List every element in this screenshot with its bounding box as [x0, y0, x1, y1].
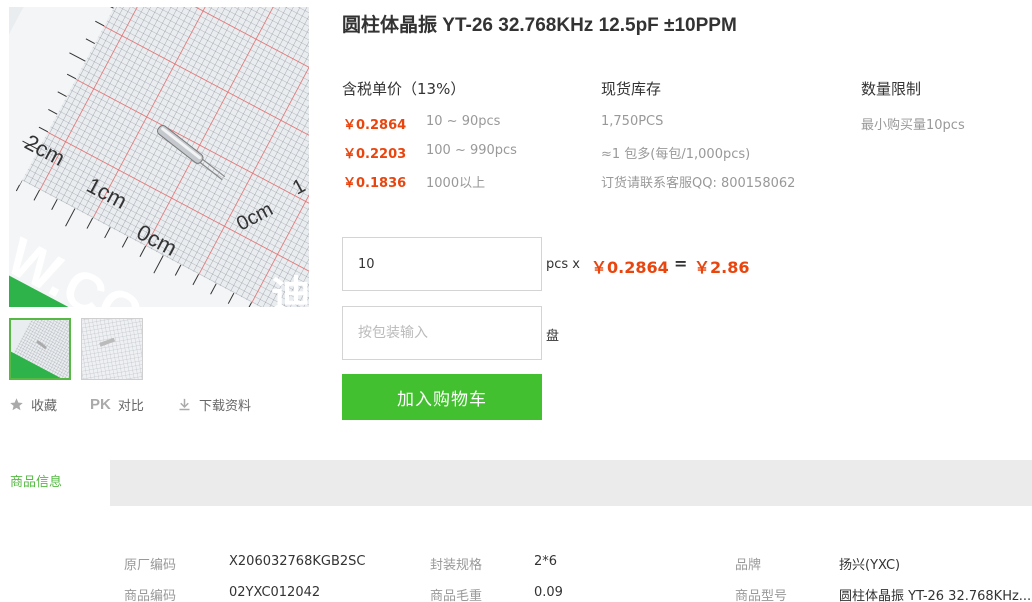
download-label: 下载资料	[199, 398, 252, 414]
stock-count: 1,750PCS	[601, 114, 664, 129]
product-title: 圆柱体晶振 YT-26 32.768KHz 12.5pF ±10PPM	[342, 15, 737, 36]
min-order-quantity: 最小购买量10pcs	[861, 118, 965, 133]
spec-key: 品牌	[735, 558, 762, 573]
detail-tab-bar: 商品信息	[0, 460, 1032, 506]
spec-value: 圆柱体晶振 YT-26 32.768KHz...	[839, 589, 1032, 602]
thumbnail-2[interactable]	[81, 318, 143, 380]
tier-range: 10 ~ 90pcs	[426, 114, 501, 129]
spec-key: 商品型号	[735, 589, 788, 602]
product-main-image[interactable]: 2cm 1cm 0cm 0cm 1 W.CO 迪	[9, 7, 309, 307]
download-icon	[177, 397, 192, 412]
spec-key: 商品编码	[124, 589, 177, 602]
favorite-button[interactable]: 收藏	[9, 394, 57, 414]
stock-pack-info: ≈1 包多(每包/1,000pcs)	[601, 147, 751, 162]
thumbnail-1[interactable]	[9, 318, 71, 380]
favorite-label: 收藏	[31, 398, 58, 414]
pack-unit: 盘	[546, 329, 560, 344]
stock-column-header: 现货库存	[601, 80, 662, 98]
pack-quantity-input[interactable]	[342, 306, 542, 360]
star-icon	[9, 397, 24, 412]
tier-range: 100 ~ 990pcs	[426, 143, 517, 158]
spec-value: 扬兴(YXC)	[839, 558, 901, 573]
price-column-header: 含税单价（13%）	[342, 80, 466, 98]
compare-label: 对比	[117, 398, 144, 414]
tab-product-info[interactable]: 商品信息	[0, 460, 110, 506]
quantity-input[interactable]	[342, 237, 542, 291]
tier-price: ￥0.1836	[343, 176, 407, 191]
stock-contact: 订货请联系客服QQ: 800158062	[601, 176, 796, 191]
spec-value: 02YXC012042	[229, 585, 321, 600]
limit-column-header: 数量限制	[861, 80, 922, 98]
total-price: ￥2.86	[694, 258, 750, 277]
pk-icon: PK	[90, 395, 111, 413]
spec-value: X206032768KGB2SC	[229, 554, 366, 569]
unit-price: ￥0.2864	[591, 258, 669, 277]
spec-key: 原厂编码	[124, 558, 177, 573]
compare-button[interactable]: PK 对比	[90, 394, 144, 414]
watermark-cn-text: 迪	[271, 273, 309, 307]
spec-value: 0.09	[534, 585, 563, 600]
spec-key: 封装规格	[430, 558, 483, 573]
tier-price: ￥0.2203	[343, 147, 407, 162]
add-to-cart-button[interactable]: 加入购物车	[342, 374, 542, 420]
spec-key: 商品毛重	[430, 589, 483, 602]
tier-range: 1000以上	[426, 176, 486, 191]
quantity-unit: pcs x	[546, 257, 580, 272]
download-button[interactable]: 下载资料	[177, 394, 251, 414]
equals-sign: =	[674, 254, 688, 273]
tier-price: ￥0.2864	[343, 118, 407, 133]
spec-value: 2*6	[534, 554, 558, 569]
